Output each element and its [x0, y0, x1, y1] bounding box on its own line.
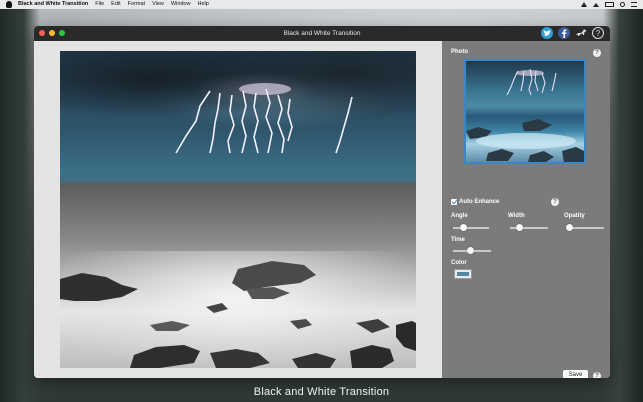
close-button[interactable] [39, 30, 45, 36]
menu-help[interactable]: Help [197, 0, 208, 9]
window-controls [39, 30, 65, 36]
color-label: Color [451, 260, 467, 266]
facebook-icon[interactable] [558, 27, 570, 39]
save-button[interactable]: Save [563, 370, 588, 378]
photo-label: Photo [451, 49, 468, 55]
dog-icon[interactable] [575, 27, 587, 39]
width-label: Width [508, 213, 525, 219]
auto-enhance-checkbox[interactable] [451, 199, 457, 205]
menu-edit[interactable]: Edit [111, 0, 120, 9]
color-swatch-fill [457, 272, 469, 276]
status-icons [581, 2, 643, 7]
title-bar[interactable]: Black and White Transition ? [34, 26, 610, 41]
app-window: Black and White Transition ? Photo ? Aut… [34, 26, 610, 378]
preview-photo[interactable] [60, 51, 416, 368]
title-toolbar: ? [541, 27, 604, 39]
angle-label: Angle [451, 213, 468, 219]
time-label: Time [451, 237, 465, 243]
menu-view[interactable]: View [152, 0, 164, 9]
twitter-icon[interactable] [541, 27, 553, 39]
photo-help-icon[interactable]: ? [593, 49, 601, 57]
help-icon[interactable]: ? [592, 27, 604, 39]
wifi-icon[interactable] [593, 2, 599, 7]
notification-center-icon[interactable] [631, 2, 637, 7]
time-slider-knob[interactable] [466, 247, 474, 254]
thumbnail-artwork [466, 68, 584, 162]
menu-app-name[interactable]: Black and White Transition [18, 0, 88, 9]
save-help-icon[interactable]: ? [593, 372, 601, 378]
app-caption: Black and White Transition [253, 386, 390, 398]
zoom-button[interactable] [59, 30, 65, 36]
menu-window[interactable]: Window [171, 0, 191, 9]
minimize-button[interactable] [49, 30, 55, 36]
opacity-slider-knob[interactable] [566, 224, 574, 231]
photo-artwork [60, 83, 416, 368]
preview-canvas [34, 41, 442, 378]
auto-enhance-label: Auto Enhance [459, 199, 500, 205]
apple-icon[interactable] [6, 1, 12, 8]
angle-slider-track[interactable] [453, 227, 489, 229]
menu-bar: Black and White Transition File Edit For… [0, 0, 643, 9]
width-slider-knob[interactable] [516, 224, 523, 231]
battery-icon[interactable] [605, 2, 614, 7]
menu-file[interactable]: File [95, 0, 104, 9]
spotlight-icon[interactable] [620, 2, 625, 7]
opacity-label: Opatity [564, 213, 585, 219]
settings-panel: Photo ? Auto Enhance ? Angle Width Opati… [442, 41, 610, 378]
window-title: Black and White Transition [283, 30, 361, 37]
color-swatch[interactable] [454, 269, 472, 279]
photo-thumbnail[interactable] [464, 59, 586, 164]
airplay-icon[interactable] [581, 2, 587, 7]
angle-slider-knob[interactable] [460, 224, 468, 231]
auto-enhance-help-icon[interactable]: ? [551, 198, 559, 206]
menu-format[interactable]: Format [128, 0, 145, 9]
